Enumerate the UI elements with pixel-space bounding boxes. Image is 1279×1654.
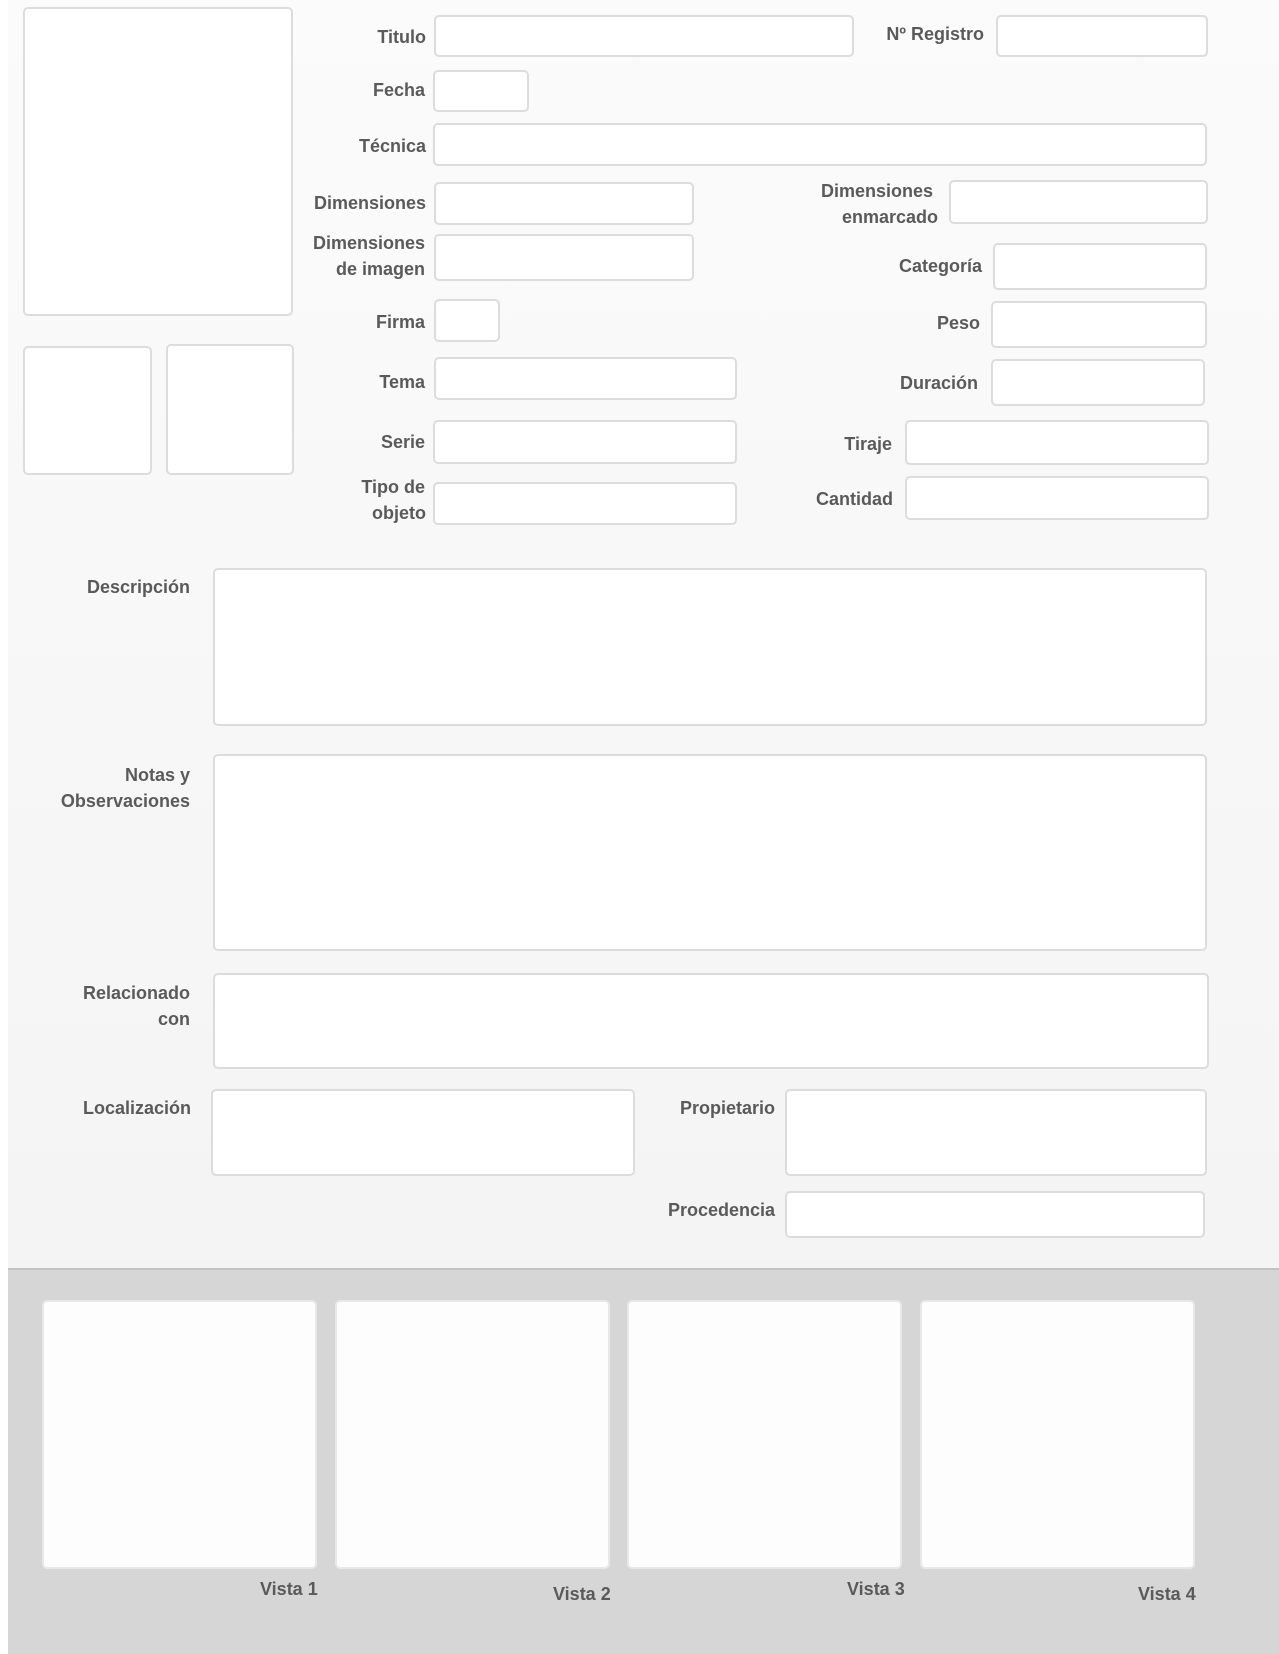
thumbnail-placeholder-1[interactable]: [23, 346, 152, 475]
localizacion-label: Localización: [82, 1098, 191, 1118]
dimensiones-imagen-input[interactable]: [434, 234, 694, 281]
tipo-objeto-label-line1: Tipo de: [361, 477, 425, 497]
tema-label: Tema: [379, 372, 425, 392]
duracion-label: Duración: [899, 373, 978, 393]
dimensiones-enmarcado-input[interactable]: [949, 180, 1208, 224]
registro-input[interactable]: [996, 15, 1208, 57]
propietario-label: Propietario: [679, 1098, 775, 1118]
view-label-2: Vista 2: [553, 1584, 611, 1604]
peso-input[interactable]: [991, 301, 1207, 348]
titulo-label: Titulo: [377, 27, 426, 47]
serie-input[interactable]: [433, 420, 737, 464]
dimensiones-enmarcado-label-line1: Dimensiones: [820, 181, 934, 201]
localizacion-textarea[interactable]: [211, 1089, 635, 1176]
view-label-4: Vista 4: [1138, 1584, 1196, 1604]
descripcion-label: Descripción: [86, 577, 190, 597]
relacionado-textarea[interactable]: [213, 973, 1209, 1069]
tiraje-label: Tiraje: [844, 434, 892, 454]
serie-label: Serie: [380, 432, 425, 452]
firma-input[interactable]: [434, 299, 500, 342]
dimensiones-input[interactable]: [434, 182, 694, 225]
categoria-label: Categoría: [898, 256, 982, 276]
duracion-input[interactable]: [991, 359, 1205, 406]
cantidad-input[interactable]: [905, 476, 1209, 520]
firma-label: Firma: [375, 312, 425, 332]
view-label-1: Vista 1: [260, 1579, 318, 1599]
tiraje-input[interactable]: [905, 420, 1209, 465]
main-image-placeholder[interactable]: [23, 7, 293, 316]
tipo-objeto-label-line2: objeto: [372, 503, 426, 523]
peso-label: Peso: [936, 313, 980, 333]
view-label-3: Vista 3: [847, 1579, 905, 1599]
descripcion-textarea[interactable]: [213, 568, 1207, 726]
dimensiones-imagen-label-line1: Dimensiones: [312, 233, 425, 253]
relacionado-label-line1: Relacionado: [82, 983, 190, 1003]
thumbnail-placeholder-2[interactable]: [166, 344, 294, 475]
notas-label-line1: Notas y: [124, 765, 190, 785]
categoria-input[interactable]: [993, 243, 1207, 290]
notas-textarea[interactable]: [213, 754, 1207, 951]
view-image-placeholder-2[interactable]: [335, 1300, 610, 1569]
procedencia-label: Procedencia: [667, 1200, 775, 1220]
titulo-input[interactable]: [434, 15, 854, 57]
fecha-label: Fecha: [372, 80, 425, 100]
dimensiones-imagen-label-line2: de imagen: [335, 259, 425, 279]
tecnica-label: Técnica: [358, 136, 426, 156]
tipo-objeto-input[interactable]: [433, 482, 737, 525]
fecha-input[interactable]: [433, 70, 529, 112]
propietario-textarea[interactable]: [785, 1089, 1207, 1176]
view-image-placeholder-3[interactable]: [627, 1300, 902, 1569]
registro-label: Nº Registro: [886, 24, 984, 44]
procedencia-input[interactable]: [785, 1191, 1205, 1238]
cantidad-label: Cantidad: [815, 489, 893, 509]
tema-input[interactable]: [434, 357, 737, 400]
view-image-placeholder-1[interactable]: [42, 1300, 317, 1569]
view-image-placeholder-4[interactable]: [920, 1300, 1195, 1569]
dimensiones-label: Dimensiones: [313, 193, 426, 213]
dimensiones-enmarcado-label-line2: enmarcado: [841, 207, 938, 227]
tecnica-input[interactable]: [433, 123, 1207, 166]
notas-label-line2: Observaciones: [60, 791, 190, 811]
relacionado-label-line2: con: [157, 1009, 190, 1029]
